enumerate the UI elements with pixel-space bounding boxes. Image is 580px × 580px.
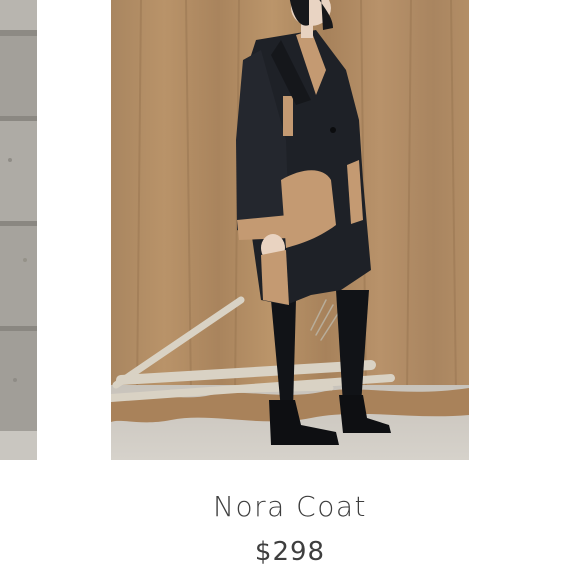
previous-product-image[interactable]	[0, 0, 37, 460]
product-name[interactable]: Nora Coat	[0, 490, 580, 523]
product-image[interactable]	[111, 0, 469, 460]
product-price: $298	[254, 537, 326, 567]
product-listing-page: Nora Coat $298	[0, 0, 580, 580]
